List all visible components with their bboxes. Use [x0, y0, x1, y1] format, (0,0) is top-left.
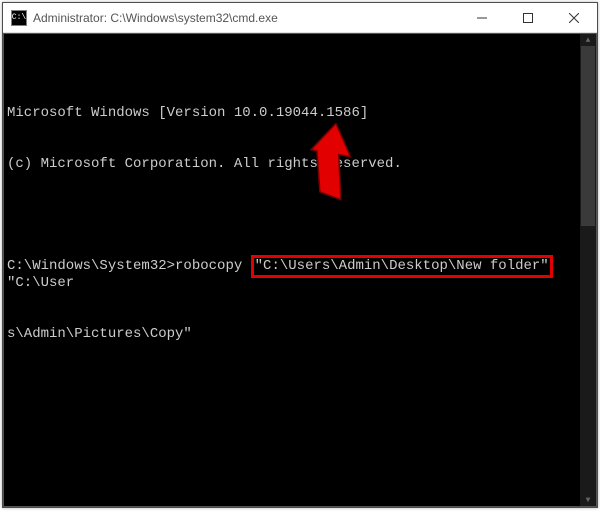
titlebar[interactable]: C:\ Administrator: C:\Windows\system32\c…	[3, 3, 597, 33]
terminal-command-line: C:\Windows\System32>robocopy "C:\Users\A…	[7, 258, 596, 292]
scroll-up-icon[interactable]: ▲	[580, 34, 596, 46]
terminal-line: (c) Microsoft Corporation. All rights re…	[7, 156, 596, 173]
scrollbar[interactable]: ▲ ▼	[580, 34, 596, 506]
highlight-annotation: "C:\Users\Admin\Desktop\New folder"	[251, 255, 553, 278]
cmd-icon: C:\	[11, 10, 27, 26]
window-title: Administrator: C:\Windows\system32\cmd.e…	[33, 11, 459, 25]
cmd-window: C:\ Administrator: C:\Windows\system32\c…	[2, 2, 598, 508]
close-button[interactable]	[551, 3, 597, 32]
maximize-button[interactable]	[505, 3, 551, 32]
terminal-blank-line	[7, 207, 596, 224]
command-text: robocopy	[175, 258, 251, 274]
terminal-area[interactable]: Microsoft Windows [Version 10.0.19044.15…	[3, 33, 597, 507]
prompt-text: C:\Windows\System32>	[7, 258, 175, 274]
window-controls	[459, 3, 597, 32]
terminal-line-continuation: s\Admin\Pictures\Copy"	[7, 326, 596, 343]
terminal-line: Microsoft Windows [Version 10.0.19044.15…	[7, 105, 596, 122]
minimize-button[interactable]	[459, 3, 505, 32]
scroll-down-icon[interactable]: ▼	[580, 494, 596, 506]
scrollbar-thumb[interactable]	[581, 46, 595, 226]
terminal-content: Microsoft Windows [Version 10.0.19044.15…	[4, 68, 596, 377]
